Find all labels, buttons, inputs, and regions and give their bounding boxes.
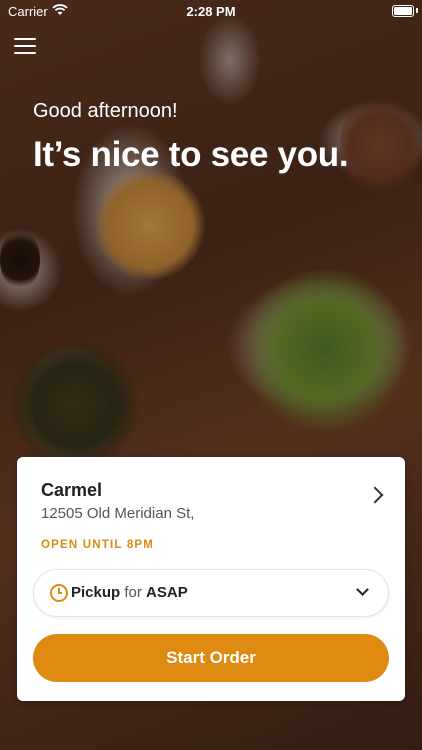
order-card: Carmel 12505 Old Meridian St, OPEN UNTIL…: [17, 457, 405, 701]
welcome-heading: It’s nice to see you.: [33, 135, 349, 174]
order-time-value: ASAP: [146, 584, 188, 601]
location-name: Carmel: [41, 480, 103, 500]
menu-icon[interactable]: [14, 38, 36, 58]
battery-tip: [416, 8, 418, 13]
greeting-text: Good afternoon!: [33, 100, 178, 122]
order-mode-value: Pickup: [71, 584, 121, 601]
battery-icon: [392, 5, 414, 17]
clock-icon: [50, 584, 68, 602]
chevron-down-icon: [356, 583, 369, 596]
location-selector[interactable]: Carmel 12505 Old Meridian St,: [17, 457, 405, 537]
status-bar: Carrier 2:28 PM: [0, 0, 422, 22]
start-order-button[interactable]: Start Order: [33, 634, 389, 682]
order-mode-text: Pickup for ASAP: [71, 584, 188, 601]
order-mode-connector: for: [124, 584, 142, 601]
hours-label: OPEN UNTIL 8PM: [41, 539, 155, 551]
location-address: 12505 Old Meridian St,: [41, 505, 195, 522]
status-time: 2:28 PM: [186, 4, 236, 19]
order-mode-select[interactable]: Pickup for ASAP: [33, 569, 389, 617]
chevron-right-icon: [366, 486, 384, 504]
